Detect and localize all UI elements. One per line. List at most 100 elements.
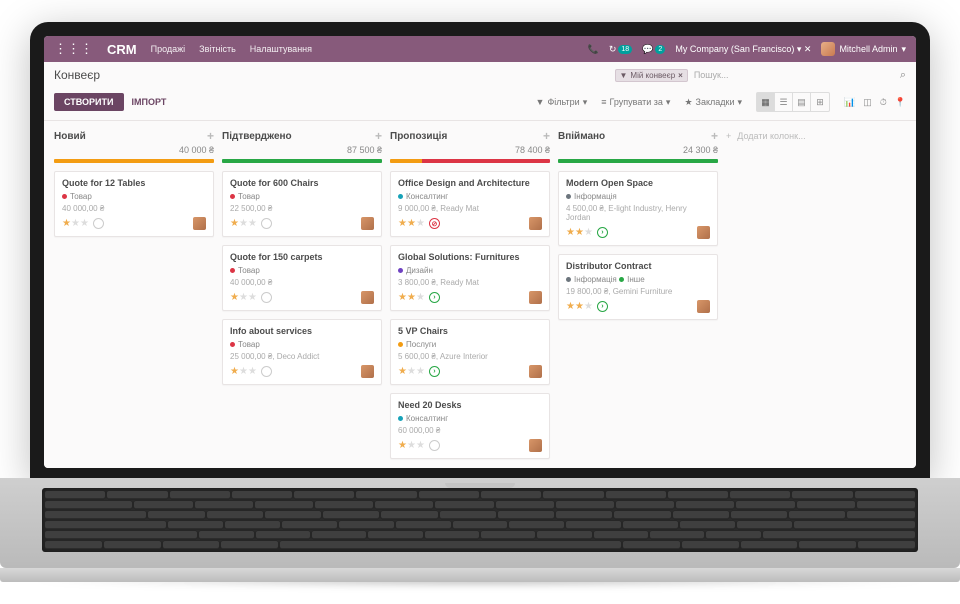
status-icon[interactable] xyxy=(261,292,272,303)
company-switcher[interactable]: My Company (San Francisco) ▾ ✕ xyxy=(675,44,811,55)
phone-icon[interactable]: 📞 xyxy=(588,44,599,55)
card-tags: Інформація Інше xyxy=(566,274,710,287)
kanban-view-icon[interactable]: ▦ xyxy=(757,93,775,111)
card-subtitle: 40 000,00 ₴ xyxy=(62,204,206,213)
priority-stars[interactable]: ★★★ xyxy=(398,440,440,451)
priority-stars[interactable]: ★★★› xyxy=(566,301,608,312)
apps-icon[interactable]: ⋮⋮⋮ xyxy=(54,41,93,57)
kanban-card[interactable]: Quote for 150 carpets Товар 40 000,00 ₴ … xyxy=(222,245,382,311)
add-card-icon[interactable]: + xyxy=(375,129,382,143)
kanban-card[interactable]: Quote for 12 Tables Товар 40 000,00 ₴ ★★… xyxy=(54,171,214,237)
kanban-card[interactable]: Need 20 Desks Консалтинг 60 000,00 ₴ ★★★ xyxy=(390,393,550,459)
card-title: Info about services xyxy=(230,326,374,336)
groupby-menu[interactable]: ≡ Групувати за ▾ xyxy=(601,97,670,108)
search-icon[interactable]: ⌕ xyxy=(900,69,906,82)
close-icon[interactable]: × xyxy=(678,71,683,80)
status-icon[interactable]: › xyxy=(429,292,440,303)
status-icon[interactable] xyxy=(261,366,272,377)
assignee-avatar[interactable] xyxy=(529,217,542,230)
assignee-avatar[interactable] xyxy=(529,365,542,378)
pivot-view-icon[interactable]: ⊞ xyxy=(811,93,829,111)
card-tags: Дизайн xyxy=(398,265,542,278)
kanban-card[interactable]: Quote for 600 Chairs Товар 22 500,00 ₴ ★… xyxy=(222,171,382,237)
calendar-view-icon[interactable]: ▤ xyxy=(793,93,811,111)
import-button[interactable]: ІМПОРТ xyxy=(132,97,167,107)
assignee-avatar[interactable] xyxy=(193,217,206,230)
column-progress xyxy=(390,159,550,163)
nav-sales[interactable]: Продажі xyxy=(151,44,186,54)
assignee-avatar[interactable] xyxy=(697,300,710,313)
kanban-card[interactable]: Office Design and Architecture Консалтин… xyxy=(390,171,550,237)
kanban-card[interactable]: 5 VP Chairs Послуги 5 600,00 ₴, Azure In… xyxy=(390,319,550,385)
priority-stars[interactable]: ★★★› xyxy=(566,227,608,238)
add-card-icon[interactable]: + xyxy=(207,129,214,143)
list-view-icon[interactable]: ☰ xyxy=(775,93,793,111)
activity-icon[interactable]: ⏱ xyxy=(880,97,887,108)
status-icon[interactable]: ⊘ xyxy=(429,218,440,229)
column-title: Впіймано xyxy=(558,131,605,142)
kanban-card[interactable]: Modern Open Space Інформація 4 500,00 ₴,… xyxy=(558,171,718,246)
topbar: ⋮⋮⋮ CRM Продажі Звітність Налаштування 📞… xyxy=(44,36,916,62)
nav-reports[interactable]: Звітність xyxy=(199,44,236,54)
card-tag: Товар xyxy=(230,266,260,275)
column-title: Підтверджено xyxy=(222,131,292,142)
view-switcher: ▦ ☰ ▤ ⊞ xyxy=(756,92,830,112)
search-input[interactable]: Пошук... xyxy=(694,70,894,80)
nav-settings[interactable]: Налаштування xyxy=(250,44,312,54)
add-card-icon[interactable]: + xyxy=(711,129,718,143)
card-tags: Товар xyxy=(230,339,374,352)
chat-icon[interactable]: 💬2 xyxy=(642,44,665,55)
card-tag: Консалтинг xyxy=(398,192,448,201)
assignee-avatar[interactable] xyxy=(529,439,542,452)
card-tags: Інформація xyxy=(566,191,710,204)
create-button[interactable]: СТВОРИТИ xyxy=(54,93,124,111)
priority-stars[interactable]: ★★★› xyxy=(398,292,440,303)
assignee-avatar[interactable] xyxy=(361,217,374,230)
cohort-icon[interactable]: ◫ xyxy=(863,97,872,108)
assignee-avatar[interactable] xyxy=(697,226,710,239)
card-tag: Товар xyxy=(230,340,260,349)
user-menu[interactable]: Mitchell Admin ▾ xyxy=(821,42,906,56)
priority-stars[interactable]: ★★★ xyxy=(230,366,272,377)
assignee-avatar[interactable] xyxy=(361,291,374,304)
status-icon[interactable] xyxy=(429,440,440,451)
screen-bezel: ⋮⋮⋮ CRM Продажі Звітність Налаштування 📞… xyxy=(30,22,930,478)
map-icon[interactable]: 📍 xyxy=(895,97,906,108)
status-icon[interactable] xyxy=(93,218,104,229)
priority-stars[interactable]: ★★★ xyxy=(230,292,272,303)
column-title: Новий xyxy=(54,131,86,142)
card-tags: Консалтинг xyxy=(398,191,542,204)
kanban-card[interactable]: Distributor Contract Інформація Інше 19 … xyxy=(558,254,718,320)
priority-stars[interactable]: ★★★› xyxy=(398,366,440,377)
status-icon[interactable]: › xyxy=(597,227,608,238)
plus-icon: + xyxy=(726,131,731,460)
card-tags: Товар xyxy=(62,191,206,204)
priority-stars[interactable]: ★★★ xyxy=(62,218,104,229)
card-tag: Товар xyxy=(230,192,260,201)
graph-icon[interactable]: 📊 xyxy=(844,97,855,108)
card-subtitle: 19 800,00 ₴, Gemini Furniture xyxy=(566,287,710,296)
card-tags: Товар xyxy=(230,191,374,204)
filters-menu[interactable]: ▼ Фільтри ▾ xyxy=(536,97,588,108)
status-icon[interactable] xyxy=(261,218,272,229)
column-sum: 87 500 ₴ xyxy=(222,145,382,155)
assignee-avatar[interactable] xyxy=(529,291,542,304)
assignee-avatar[interactable] xyxy=(361,365,374,378)
status-icon[interactable]: › xyxy=(429,366,440,377)
app-brand[interactable]: CRM xyxy=(107,42,137,57)
bookmarks-menu[interactable]: ★ Закладки ▾ xyxy=(684,97,742,108)
page-header: Конвеєр ▼ Мій конвеєр × Пошук... ⌕ xyxy=(44,62,916,88)
add-card-icon[interactable]: + xyxy=(543,129,550,143)
kanban-card[interactable]: Info about services Товар 25 000,00 ₴, D… xyxy=(222,319,382,385)
reload-icon[interactable]: ↻18 xyxy=(609,44,632,55)
kanban-column: Пропозиція+ 78 400 ₴ Office Design and A… xyxy=(390,129,550,460)
kanban-card[interactable]: Global Solutions: Furnitures Дизайн 3 80… xyxy=(390,245,550,311)
card-subtitle: 25 000,00 ₴, Deco Addict xyxy=(230,352,374,361)
priority-stars[interactable]: ★★★ xyxy=(230,218,272,229)
add-column[interactable]: +Додати колонк... xyxy=(726,129,886,460)
status-icon[interactable]: › xyxy=(597,301,608,312)
filter-chip[interactable]: ▼ Мій конвеєр × xyxy=(615,69,688,82)
extra-views: 📊 ◫ ⏱ 📍 xyxy=(844,97,906,108)
card-tag: Консалтинг xyxy=(398,414,448,423)
priority-stars[interactable]: ★★★⊘ xyxy=(398,218,440,229)
